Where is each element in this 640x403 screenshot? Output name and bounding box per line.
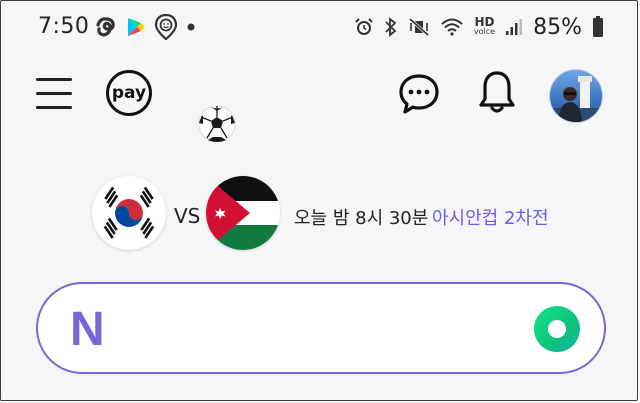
match-cup-text: 아시안컵 2차전: [432, 208, 549, 229]
status-bar: 7:50 HD voice 85%: [0, 0, 640, 56]
match-banner[interactable]: VS 오늘 밤 8시 30분 아시안컵 2차전: [92, 176, 572, 252]
avatar-photo: [550, 76, 602, 122]
pay-button[interactable]: pay: [106, 70, 152, 116]
status-time: 7:50: [38, 14, 90, 39]
play-store-icon: [128, 18, 145, 36]
notification-icons: [94, 12, 198, 42]
dot-icon: [187, 23, 195, 31]
signal-icon: [506, 19, 523, 35]
search-bar[interactable]: N: [36, 282, 606, 374]
system-status-icons: HD voice 85%: [354, 10, 604, 44]
voice-label: voice: [473, 27, 496, 36]
versus-label: VS: [174, 204, 201, 228]
menu-icon-line: [36, 106, 72, 109]
naver-logo: N: [70, 303, 105, 356]
notification-bell-button[interactable]: [476, 70, 518, 116]
green-dot-icon: [548, 320, 566, 338]
hd-label: HD: [474, 15, 495, 29]
battery-percent: 85%: [533, 14, 582, 40]
menu-icon-line: [36, 78, 72, 81]
chat-button[interactable]: [397, 72, 441, 116]
battery-icon: [593, 16, 603, 37]
profile-avatar[interactable]: [549, 69, 603, 123]
alarm-icon: [355, 18, 373, 35]
threads-icon: [96, 17, 115, 37]
green-dot-button[interactable]: [534, 306, 580, 352]
menu-icon-line: [36, 92, 72, 95]
wifi-icon: [441, 18, 463, 36]
hd-voice-indicator: HD voice: [473, 15, 496, 36]
jordan-flag-icon: [206, 176, 280, 250]
pay-label: pay: [111, 83, 147, 103]
location-face-icon: [154, 13, 178, 41]
korea-flag-icon: [92, 176, 166, 250]
menu-button[interactable]: [36, 76, 74, 110]
match-time-text: 오늘 밤 8시 30분: [294, 208, 429, 229]
bluetooth-icon: [385, 17, 397, 37]
soccer-ball-icon[interactable]: [197, 104, 237, 144]
vibrate-mute-icon: [408, 17, 429, 37]
